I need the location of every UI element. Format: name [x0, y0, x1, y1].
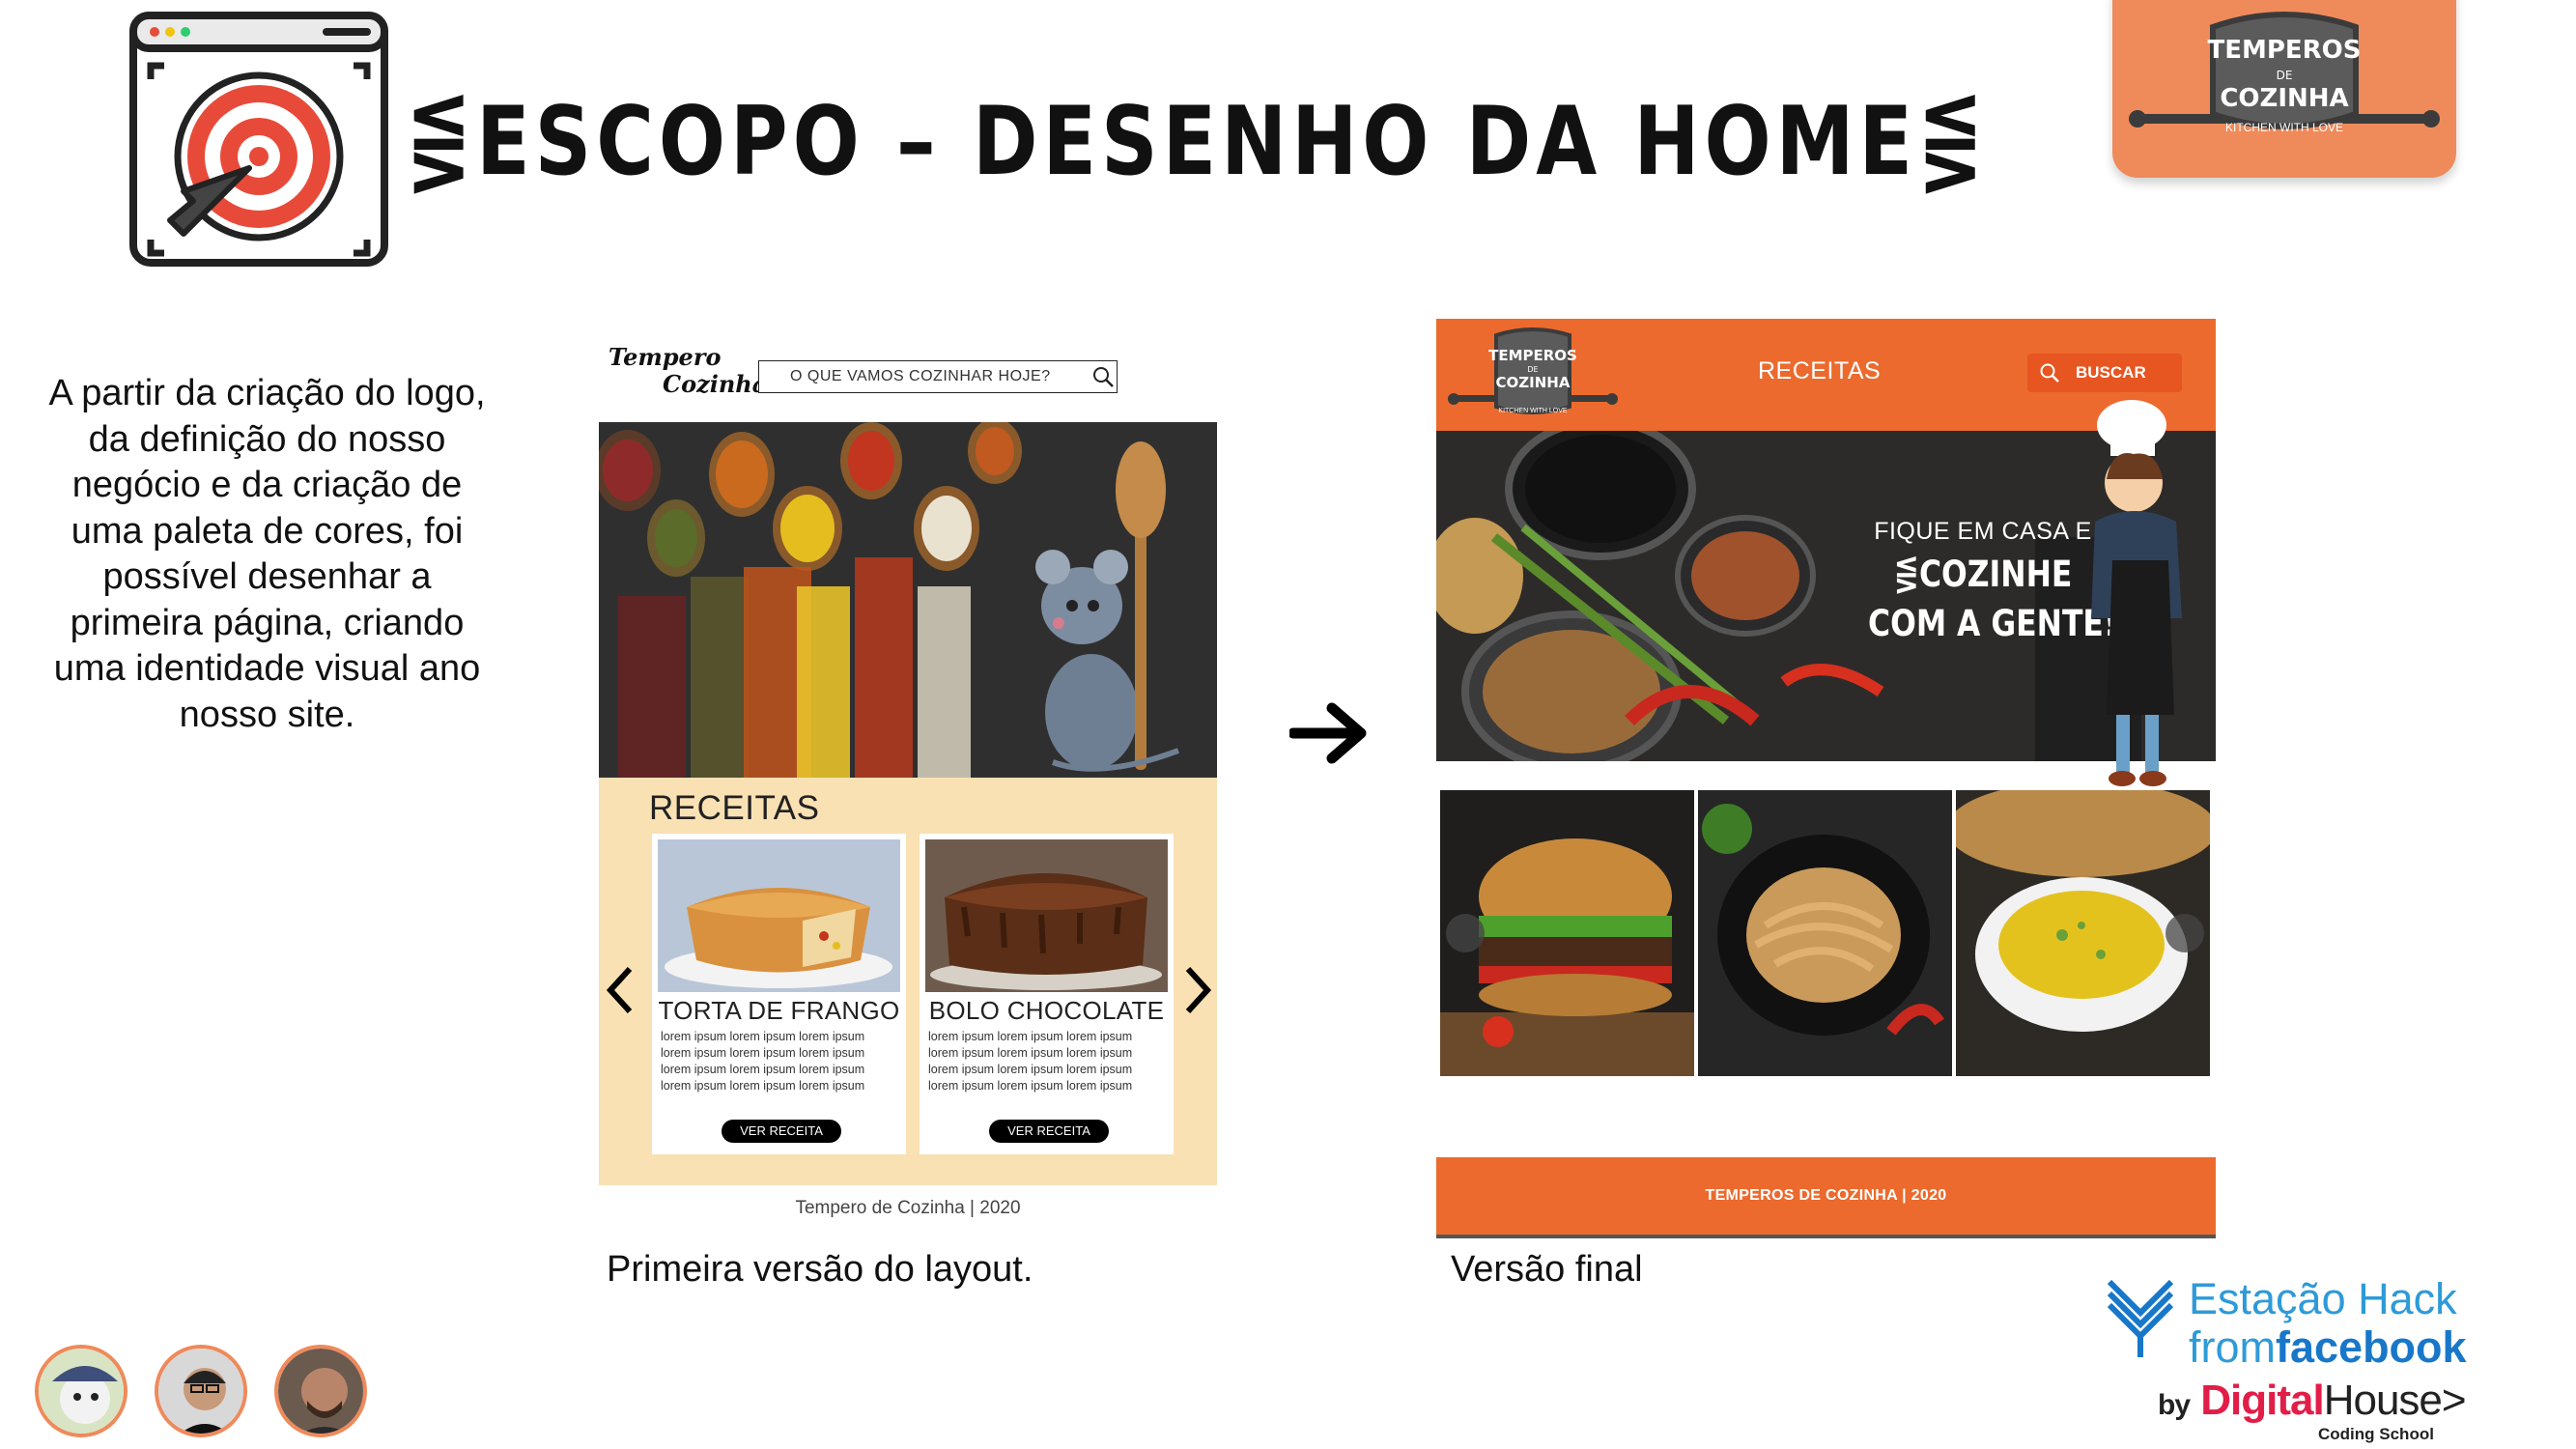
chicken-pie-image [658, 839, 900, 992]
recipe-card-title: BOLO CHOCOLATE [928, 996, 1165, 1025]
final-logo-line2: DE [1527, 365, 1538, 374]
brand-logo-badge: TEMPEROS DE COZINHA KITCHEN WITH LOVE [2112, 0, 2456, 178]
first-layout-search-input[interactable]: O QUE VAMOS COZINHAR HOJE? [758, 360, 1118, 393]
recipe-card-title: TORTA DE FRANGO [658, 996, 900, 1025]
recipe-card-image [658, 839, 900, 992]
avatar [35, 1345, 127, 1437]
final-logo-line1: TEMPEROS [1488, 347, 1577, 364]
arrow-right-icon [1289, 702, 1367, 764]
sponsor-by: by [2158, 1389, 2191, 1421]
spices-image [599, 422, 1217, 778]
first-layout-mockup: Tempero Cozinha O QUE VAMOS COZINHAR HOJ… [599, 343, 1217, 1218]
carousel-next-button[interactable] [2166, 914, 2204, 952]
sponsor-brand-a: Digital [2200, 1377, 2324, 1424]
first-layout-footer: Tempero de Cozinha | 2020 [795, 1198, 1021, 1218]
badge-line3: COZINHA [2220, 84, 2348, 113]
final-logo-tagline: KITCHEN WITH LOVE [1498, 408, 1568, 414]
first-layout-logo: Tempero Cozinha [609, 343, 767, 403]
badge-line2: DE [2277, 69, 2293, 82]
final-layout-mockup: TEMPEROS DE COZINHA KITCHEN WITH LOVE RE… [1436, 319, 2216, 1246]
chevron-left-icon[interactable] [605, 963, 636, 1017]
sponsor-line1: Estação Hack [2189, 1274, 2457, 1323]
final-layout-logo[interactable]: TEMPEROS DE COZINHA KITCHEN WITH LOVE [1446, 322, 1620, 426]
sponsor-logo: Estação Hack fromfacebook by DigitalHous… [2104, 1270, 2471, 1444]
sponsor-line2-prefix: from [2189, 1322, 2276, 1372]
final-logo-line3: COZINHA [1496, 374, 1571, 391]
sponsor-brand-b: House [2323, 1377, 2443, 1424]
badge-tagline: KITCHEN WITH LOVE [2225, 121, 2343, 134]
final-layout-caption: Versão final [1451, 1249, 1643, 1290]
chevron-right-icon[interactable] [1182, 963, 1213, 1017]
sponsor-line2-brand: facebook [2276, 1322, 2467, 1372]
rolling-pin-logo-icon: TEMPEROS DE COZINHA KITCHEN WITH LOVE [2129, 12, 2440, 134]
hero-line3: COM A GENTE!⋚ [1868, 603, 2143, 644]
sponsor-line3: by DigitalHouse> [2158, 1377, 2467, 1425]
estacao-hack-logo-icon [2107, 1279, 2174, 1357]
recipe-card: BOLO CHOCOLATE lorem ipsum lorem ipsum l… [920, 834, 1174, 1154]
noodles-image [1698, 790, 1952, 1076]
recipe-card-text: lorem ipsum lorem ipsum lorem ipsum lore… [661, 1030, 865, 1093]
slide-description: A partir da criação do logo, da definiçã… [48, 373, 486, 735]
search-icon[interactable] [1091, 365, 1115, 388]
search-icon [2040, 363, 2059, 383]
first-layout-hero-image [599, 422, 1217, 778]
recipe-card: TORTA DE FRANGO lorem ipsum lorem ipsum … [652, 834, 906, 1154]
recipe-card-image [925, 839, 1168, 992]
food-tile[interactable] [1440, 790, 1694, 1076]
view-recipe-button[interactable]: VER RECEITA [722, 1120, 841, 1143]
food-tile[interactable] [1698, 790, 1952, 1076]
hero-line2: ⋚COZINHE [1893, 554, 2073, 595]
badge-line1: TEMPEROS [2207, 36, 2361, 65]
recipe-card-text: lorem ipsum lorem ipsum lorem ipsum lore… [928, 1030, 1133, 1093]
chef-illustration [2091, 400, 2182, 786]
first-layout-caption: Primeira versão do layout. [607, 1249, 1033, 1290]
sponsor-line2: fromfacebook [2189, 1322, 2467, 1373]
browser-target-icon [129, 12, 388, 267]
chocolate-cake-image [925, 839, 1168, 992]
first-layout-logo-line1: Tempero [609, 343, 722, 371]
food-tile[interactable] [1956, 790, 2210, 1076]
nav-link-receitas[interactable]: RECEITAS [1758, 357, 1881, 385]
first-layout-section-title: RECEITAS [649, 789, 820, 827]
carousel-prev-button[interactable] [1446, 914, 1485, 952]
avatar [274, 1345, 367, 1437]
view-recipe-button[interactable]: VER RECEITA [989, 1120, 1109, 1143]
avatar [155, 1345, 247, 1437]
slide-title: ⋚ESCOPO – DESENHO DA HOME⋚ [406, 87, 1989, 197]
sponsor-line4: Coding School [2318, 1425, 2434, 1443]
sponsor-suffix: > [2441, 1377, 2467, 1424]
final-layout-footer: TEMPEROS DE COZINHA | 2020 [1436, 1157, 2216, 1238]
